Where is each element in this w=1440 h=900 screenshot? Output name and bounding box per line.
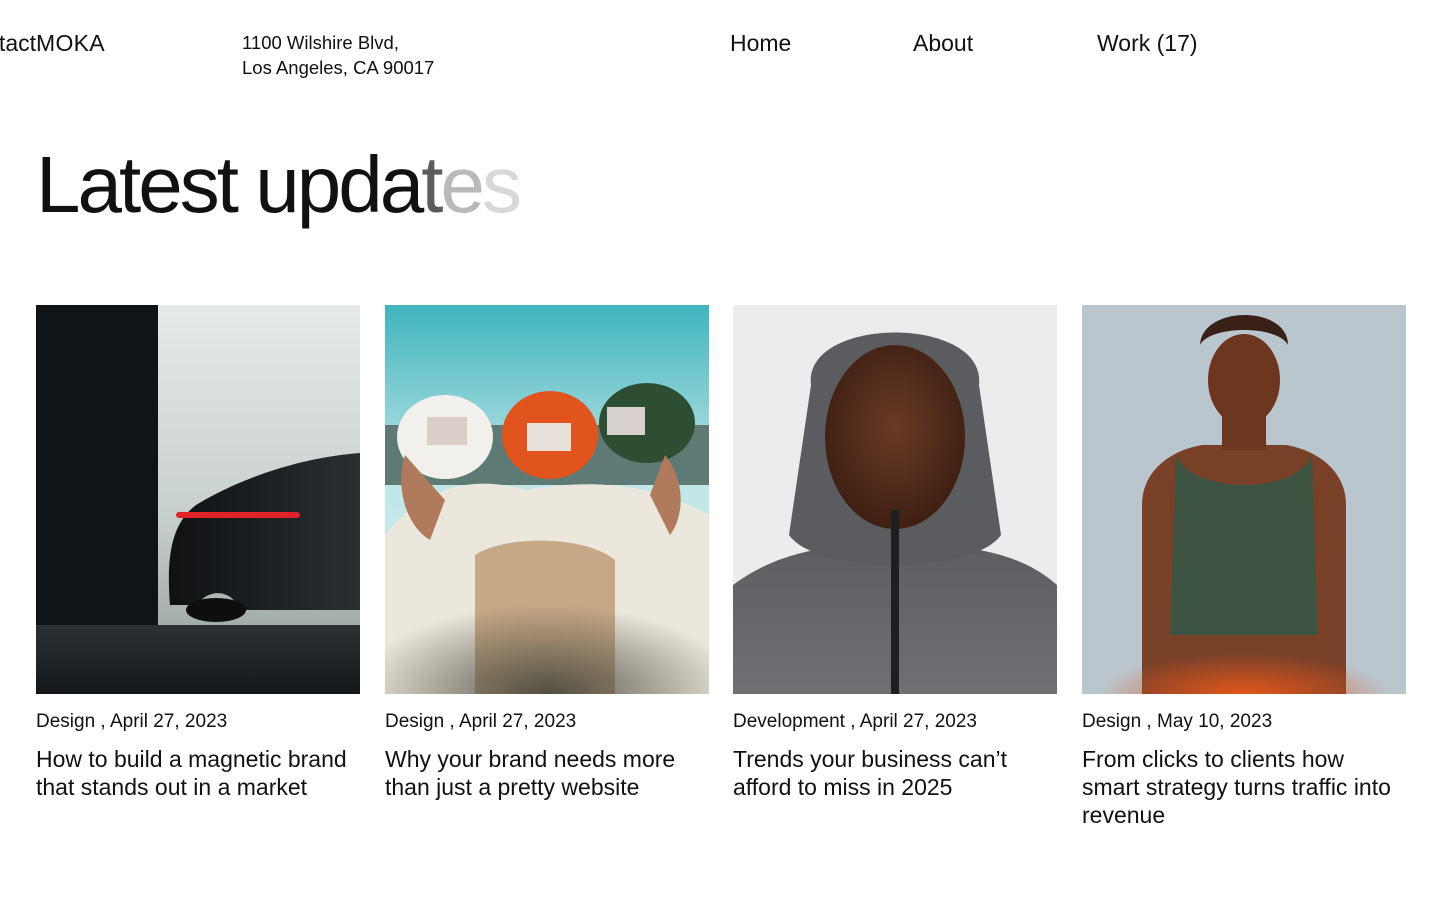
tanktop-photo — [1082, 305, 1406, 694]
site-header: MOKA 1100 Wilshire Blvd, Los Angeles, CA… — [0, 28, 1406, 88]
post-image-car[interactable] — [36, 305, 360, 694]
nav-work-link[interactable]: Work (17) — [1097, 30, 1198, 57]
nav-contact-link[interactable]: Contact — [0, 30, 36, 57]
post-card[interactable]: Design , May 10, 2023 From clicks to cli… — [1082, 305, 1406, 829]
posts-grid: Design , April 27, 2023 How to build a m… — [36, 305, 1406, 865]
post-meta: Design , May 10, 2023 — [1082, 711, 1273, 732]
headline-letter: s — [481, 140, 522, 229]
car-photo — [36, 305, 360, 694]
post-category[interactable]: Design — [385, 711, 444, 732]
headline-letter: t — [421, 140, 443, 229]
headline-letter: p — [296, 140, 341, 229]
post-image-hoodie[interactable] — [733, 305, 1057, 694]
headline-letter: L — [36, 140, 80, 229]
post-date: April 27, 2023 — [458, 711, 577, 732]
post-image-caps[interactable] — [385, 305, 709, 694]
brand-logo[interactable]: MOKA — [36, 30, 105, 57]
section-headline: Latest updates — [36, 135, 522, 235]
headline-letter: s — [179, 140, 220, 229]
address-block: 1100 Wilshire Blvd, Los Angeles, CA 9001… — [242, 30, 434, 80]
headline-letter: t — [216, 140, 239, 229]
post-title[interactable]: How to build a magnetic brand that stand… — [36, 745, 360, 801]
post-card[interactable]: Development , April 27, 2023 Trends your… — [733, 305, 1057, 801]
address-line-1: 1100 Wilshire Blvd, — [242, 32, 399, 53]
headline-letter: u — [255, 140, 299, 229]
caps-photo — [385, 305, 709, 694]
post-date: April 27, 2023 — [109, 711, 228, 732]
post-meta: Design , April 27, 2023 — [36, 711, 228, 732]
post-title[interactable]: From clicks to clients how smart strateg… — [1082, 745, 1406, 829]
post-title[interactable]: Trends your business can’t afford to mis… — [733, 745, 1057, 801]
post-category[interactable]: Development — [733, 711, 845, 732]
post-category[interactable]: Design — [36, 711, 95, 732]
post-card[interactable]: Design , April 27, 2023 Why your brand n… — [385, 305, 709, 801]
post-title[interactable]: Why your brand needs more than just a pr… — [385, 745, 709, 801]
headline-letter: d — [338, 140, 382, 229]
headline-letter — [236, 140, 255, 229]
post-card[interactable]: Design , April 27, 2023 How to build a m… — [36, 305, 360, 801]
hoodie-photo — [733, 305, 1057, 694]
headline-letter: t — [119, 140, 141, 229]
post-meta: Design , April 27, 2023 — [385, 711, 577, 732]
address-line-2: Los Angeles, CA 90017 — [242, 57, 435, 78]
post-date: May 10, 2023 — [1157, 711, 1273, 732]
headline-letter: e — [440, 140, 484, 229]
post-meta: Development , April 27, 2023 — [733, 711, 977, 732]
headline-letter: e — [138, 140, 182, 229]
nav-about-link[interactable]: About — [913, 30, 973, 57]
post-category[interactable]: Design — [1082, 711, 1141, 732]
post-date: April 27, 2023 — [859, 711, 977, 732]
nav-home-link[interactable]: Home — [730, 30, 791, 57]
headline-letter: a — [77, 140, 122, 229]
post-image-tanktop[interactable] — [1082, 305, 1406, 694]
headline-letter: a — [379, 140, 424, 229]
